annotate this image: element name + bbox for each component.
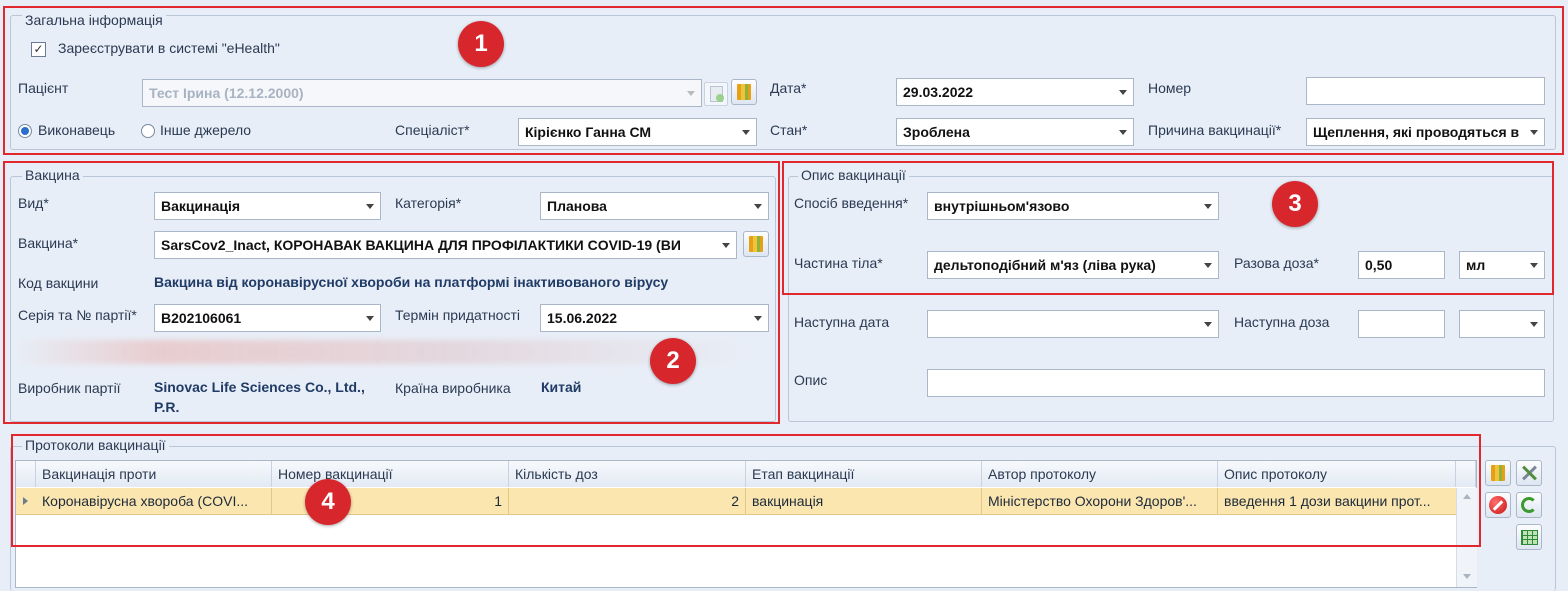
next-date-label: Наступна дата	[794, 314, 890, 330]
delete-icon	[1489, 496, 1507, 514]
callout-badge-3: 3	[1272, 181, 1318, 227]
highlight-box-vaccine	[3, 161, 780, 424]
delete-button[interactable]	[1485, 492, 1511, 518]
protocol-reference-button[interactable]	[1485, 460, 1511, 486]
next-dose-input[interactable]	[1358, 310, 1445, 338]
chevron-down-icon	[1530, 322, 1538, 327]
next-dose-label: Наступна доза	[1234, 314, 1330, 330]
callout-badge-2: 2	[650, 338, 696, 384]
spreadsheet-button[interactable]	[1516, 524, 1542, 550]
tools-button[interactable]	[1516, 460, 1542, 486]
description-label: Опис	[794, 372, 828, 388]
callout-badge-4: 4	[305, 479, 351, 525]
highlight-box-general	[3, 6, 1564, 155]
next-date-picker[interactable]	[927, 310, 1219, 338]
callout-badge-1: 1	[458, 21, 504, 67]
chevron-down-icon	[1204, 322, 1212, 327]
description-input[interactable]	[927, 369, 1545, 397]
scroll-down-icon[interactable]	[1463, 574, 1471, 579]
refresh-link-button[interactable]	[1516, 492, 1542, 518]
reference-books-icon	[1491, 465, 1505, 481]
next-dose-unit-select[interactable]	[1459, 310, 1545, 338]
highlight-box-description	[782, 161, 1554, 295]
refresh-link-icon	[1521, 497, 1537, 513]
highlight-box-protocols	[11, 434, 1481, 547]
spreadsheet-icon	[1521, 530, 1538, 545]
tools-icon	[1521, 465, 1537, 481]
